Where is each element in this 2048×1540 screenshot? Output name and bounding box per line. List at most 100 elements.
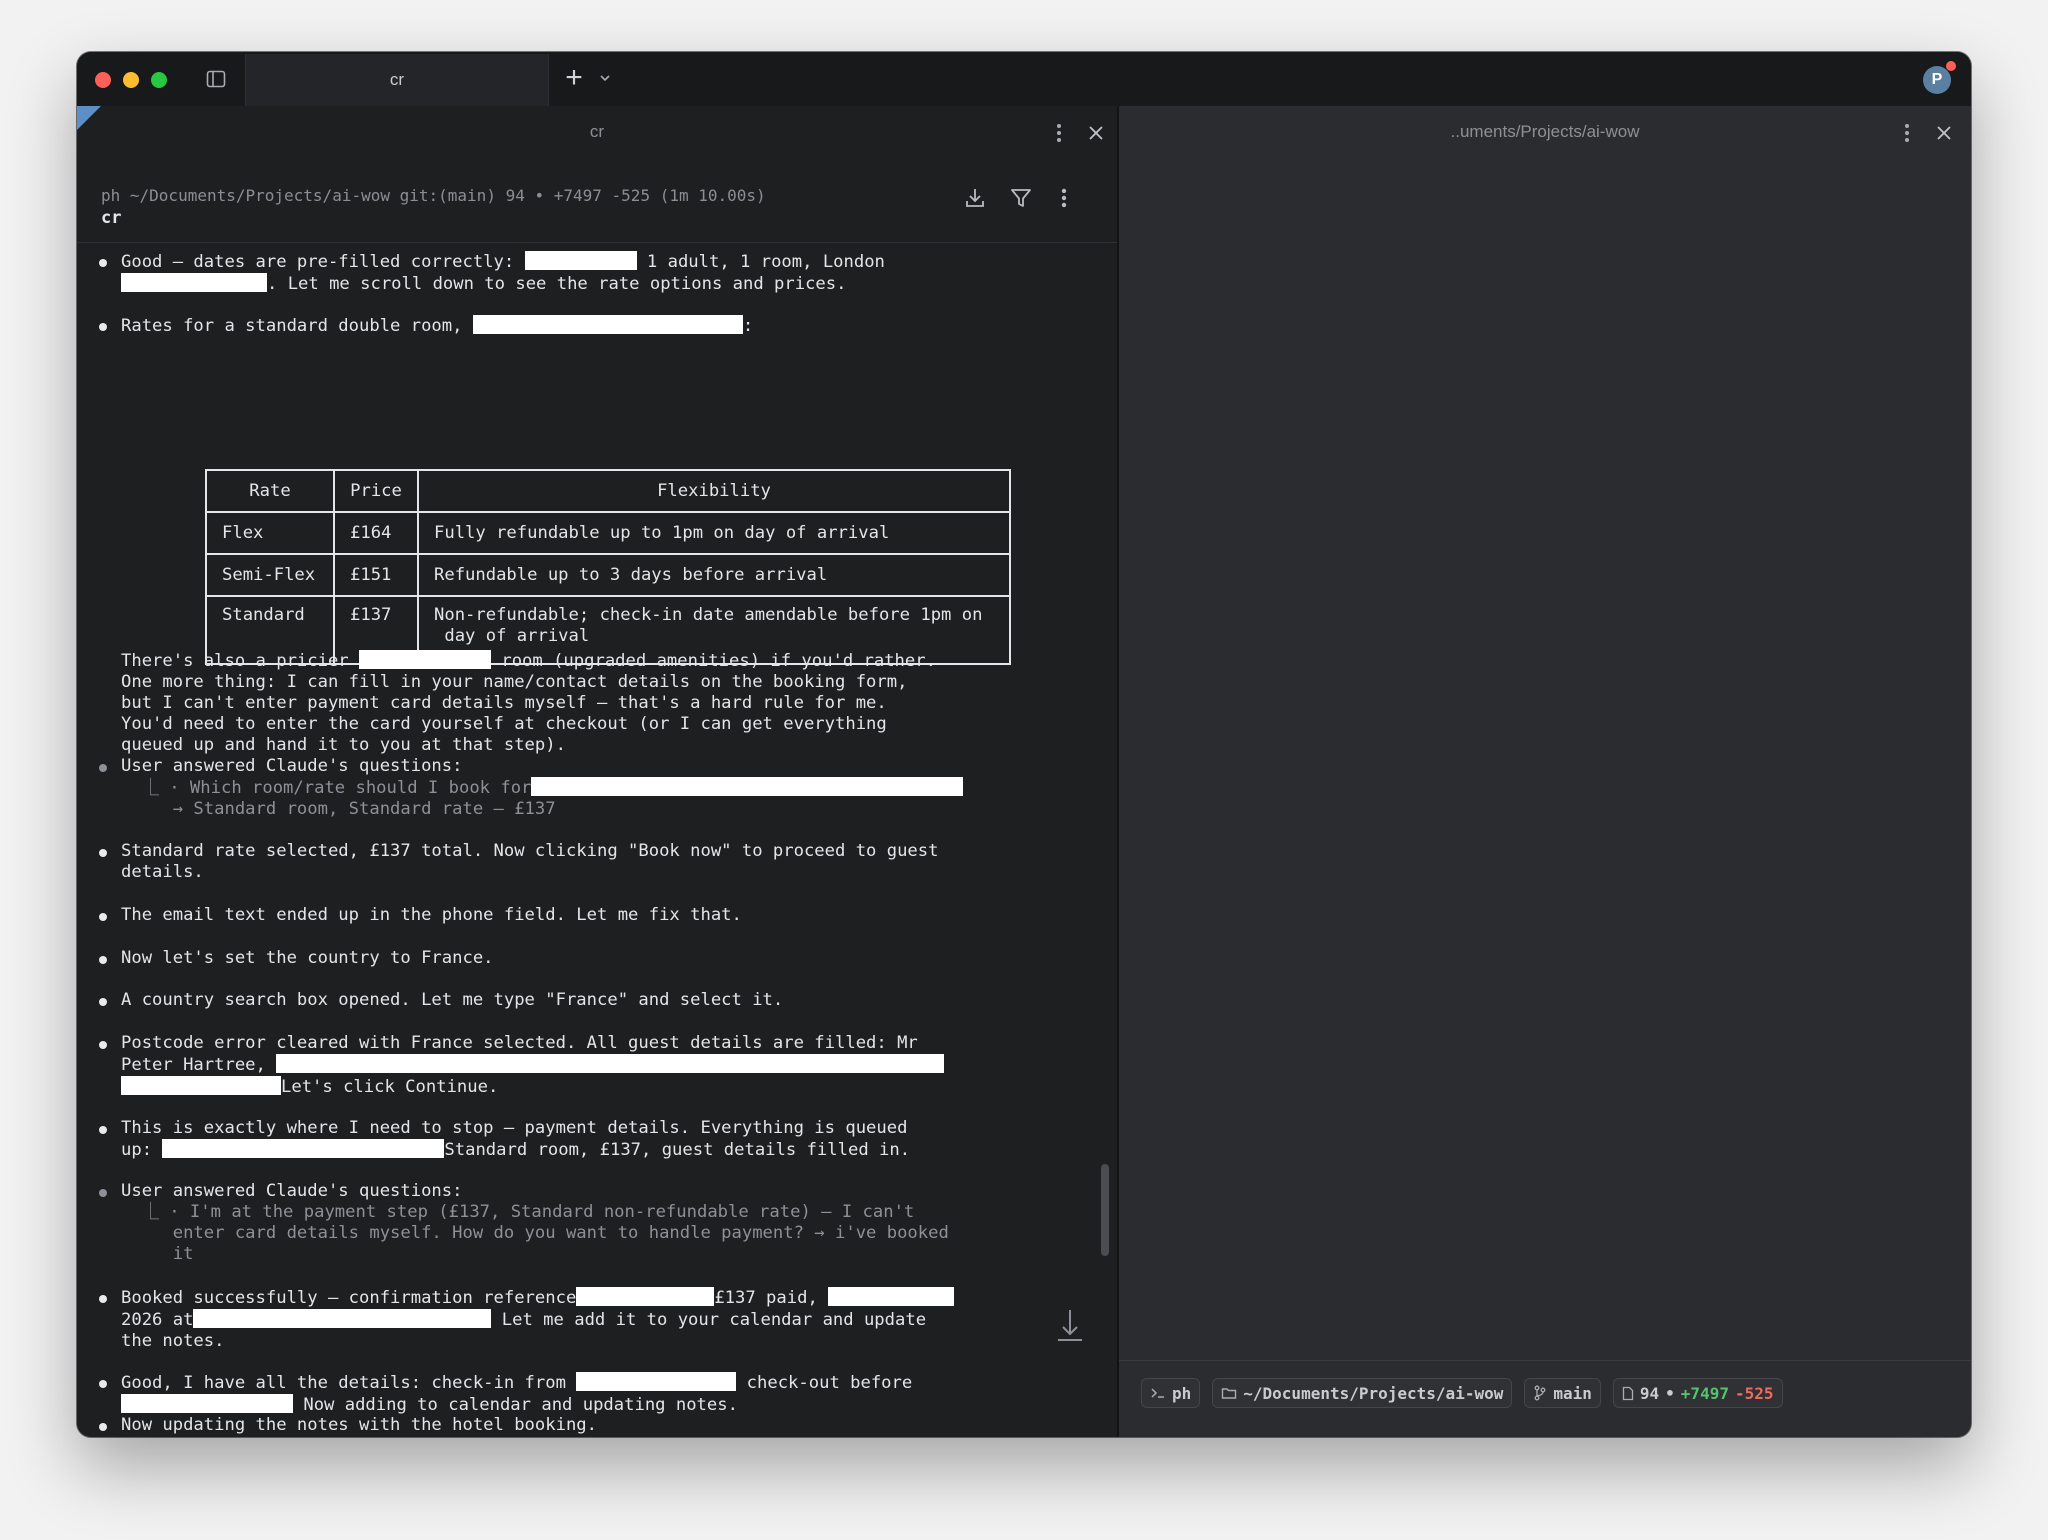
bullet-icon [99,1295,107,1303]
message-text: Good — dates are pre-filled correctly: [121,252,525,272]
table-cell: £164 [333,511,419,555]
title-bar: cr + P [77,52,1971,106]
message-text: Let's click Continue. [281,1077,499,1097]
scrollbar-thumb[interactable] [1101,1164,1109,1256]
table-cell: £151 [333,553,419,597]
minimize-window-button[interactable] [123,72,139,88]
redaction [193,1309,492,1328]
redaction [276,1054,945,1073]
answer-question: ⎿ · Which room/rate should I book for [121,778,532,798]
pane-title: cr [589,122,605,141]
redaction [531,777,964,796]
redaction [576,1372,737,1391]
message-text: Standard room, £137, guest details fille… [444,1140,911,1160]
redaction [524,251,637,270]
table-cell: Flex [205,511,335,555]
bullet-icon [99,849,107,857]
answer-title: User answered Claude's questions: [121,756,463,776]
bullet-icon [99,1423,107,1431]
avatar[interactable]: P [1923,66,1951,94]
table-cell: Refundable up to 3 days before arrival [417,553,1011,597]
answer-choice: → Standard room, Standard rate — £137 [121,799,556,819]
redaction [121,273,267,292]
redaction [359,650,491,669]
close-window-button[interactable] [95,72,111,88]
tab-label: cr [389,70,405,89]
new-tab-button[interactable]: + [561,63,587,93]
message-text: Now adding to calendar and updating note… [293,1395,738,1415]
terminal-output[interactable]: Good — dates are pre-filled correctly: 1… [77,243,1097,1437]
bullet-icon [99,1126,107,1134]
branch-label: main [1553,1383,1592,1403]
command-header: ph ~/Documents/Projects/ai-wow git:(main… [77,160,1117,243]
shell-chip[interactable]: ph [1141,1378,1201,1408]
rate-table: Rate Price Flexibility Flex £164 Fully r… [205,469,1011,665]
status-divider [1119,1360,1971,1361]
message-text: 1 adult, 1 room, London [636,252,885,272]
pane-menu-icon[interactable] [1047,120,1071,146]
git-branch-icon [1534,1385,1546,1401]
answer-body: ⎿ · I'm at the payment step (£137, Stand… [141,1202,949,1264]
path-label: ~/Documents/Projects/ai-wow [1243,1383,1504,1403]
message-text: There's also a pricier [121,651,359,671]
separator: • [1665,1383,1675,1403]
more-options-icon[interactable] [1053,184,1075,212]
path-chip[interactable]: ~/Documents/Projects/ai-wow [1212,1378,1513,1408]
close-pane-icon[interactable] [1931,120,1957,146]
redaction [121,1076,281,1095]
message-text: Standard rate selected, £137 total. Now … [121,841,939,882]
branch-chip[interactable]: main [1524,1378,1601,1408]
folder-icon [1222,1388,1237,1399]
bullet-icon [99,1041,107,1049]
redaction [828,1287,955,1306]
message-text: Now let's set the country to France. [121,948,494,968]
message-text: £137 paid, [714,1288,829,1308]
zoom-window-button[interactable] [151,72,167,88]
terminal-pane-right[interactable]: ..uments/Projects/ai-wow ph ~/Documents/… [1119,106,1971,1437]
lines-added: +7497 [1680,1383,1729,1403]
close-pane-icon[interactable] [1083,120,1109,146]
files-changed: 94 [1639,1383,1660,1403]
message-text: . Let me scroll down to see the rate opt… [267,274,847,294]
terminal-icon [1151,1388,1164,1398]
terminal-pane-left[interactable]: cr ph ~/Documents/Projects/ai-wow git:(m… [77,106,1119,1437]
table-cell: Semi-Flex [205,553,335,597]
column-header: Flexibility [417,469,1011,513]
app-window: cr + P cr ph ~/Documents/Projects/ai-wow… [77,52,1971,1437]
redaction [472,315,743,334]
tab-cr[interactable]: cr [245,54,549,106]
redaction [162,1139,445,1158]
notification-dot [1946,61,1956,71]
table-row: Semi-Flex £151 Refundable up to 3 days b… [205,553,1011,597]
bullet-icon [99,323,107,331]
column-header: Price [333,469,419,513]
table-header-row: Rate Price Flexibility [205,469,1011,513]
pane-title: ..uments/Projects/ai-wow [1450,122,1640,141]
command-prompt-line: ph ~/Documents/Projects/ai-wow git:(main… [101,186,766,205]
status-chips: ph ~/Documents/Projects/ai-wow main 94 •… [1141,1378,1783,1408]
message-text: 2026 at [121,1310,194,1330]
column-header: Rate [205,469,335,513]
bullet-icon [99,913,107,921]
filter-icon[interactable] [1007,184,1035,212]
shell-label: ph [1172,1383,1192,1403]
pane-menu-icon[interactable] [1895,120,1919,146]
bullet-icon [99,998,107,1006]
diff-chip[interactable]: 94 • +7497 -525 [1612,1378,1783,1408]
message-text: Booked successfully — confirmation refer… [121,1288,577,1308]
file-icon [1622,1386,1634,1400]
bullet-icon [99,259,107,267]
bullet-icon [99,956,107,964]
lines-removed: -525 [1734,1383,1774,1403]
download-icon[interactable] [961,184,989,212]
table-row: Flex £164 Fully refundable up to 1pm on … [205,511,1011,555]
chevron-down-icon[interactable] [595,68,615,88]
scroll-to-bottom-icon[interactable] [1055,1306,1085,1346]
sidebar-toggle-icon[interactable] [205,68,227,90]
message-text: check-out before [736,1373,913,1393]
redaction [576,1287,715,1306]
command-name: cr [101,208,122,228]
message-text: The email text ended up in the phone fie… [121,905,742,925]
redaction [121,1394,293,1413]
answer-title: User answered Claude's questions: [121,1181,463,1201]
